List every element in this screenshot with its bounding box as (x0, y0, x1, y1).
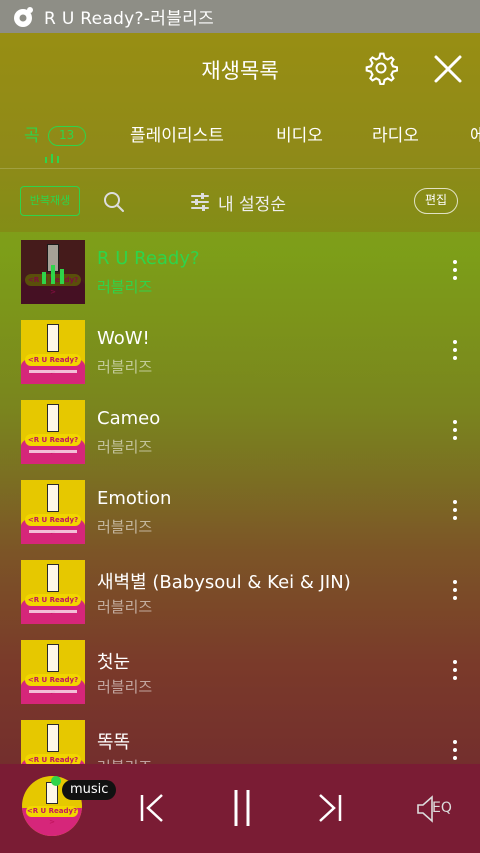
album-art: <R U Ready?> (21, 640, 85, 704)
list-item[interactable]: <R U Ready?> R U Ready? 러블리즈 (0, 232, 480, 312)
more-options-button[interactable] (448, 260, 462, 286)
pause-icon (234, 790, 250, 826)
album-art: <R U Ready?> (21, 320, 85, 384)
list-item[interactable]: <R U Ready?> 새벽별 (Babysoul & Kei & JIN) … (0, 552, 480, 632)
song-title: Emotion (97, 488, 172, 509)
tab-radio[interactable]: 라디오 (372, 121, 419, 146)
song-list: <R U Ready?> R U Ready? 러블리즈 <R U Ready?… (0, 232, 480, 764)
album-art: <R U Ready?> (21, 560, 85, 624)
next-button[interactable] (316, 792, 344, 824)
tab-playlists[interactable]: 플레이리스트 (130, 121, 224, 146)
album-art: <R U Ready?> (21, 720, 85, 764)
album-art: <R U Ready?> (21, 480, 85, 544)
list-toolbar: 반복재생 내 설정순 편집 (0, 170, 480, 232)
eq-label: EQ (432, 800, 452, 816)
repeat-button[interactable]: 반복재생 (20, 186, 80, 216)
app-logo-icon (12, 5, 36, 29)
song-title: Cameo (97, 408, 161, 429)
more-options-button[interactable] (448, 660, 462, 686)
sort-button[interactable]: 내 설정순 (190, 188, 286, 216)
song-title: R U Ready? (97, 248, 200, 269)
skip-next-icon (319, 794, 342, 822)
sort-label: 내 설정순 (218, 194, 286, 215)
mini-player: <R U Ready?> music EQ (0, 764, 480, 853)
tab-bar: 곡 13 플레이리스트 비디오 라디오 에 (0, 103, 480, 169)
album-art: <R U Ready?> (21, 240, 85, 304)
more-options-button[interactable] (448, 740, 462, 764)
album-art: <R U Ready?> (21, 400, 85, 464)
sliders-icon (191, 193, 209, 211)
pause-button[interactable] (230, 788, 254, 828)
tab-more[interactable]: 에 (470, 121, 480, 146)
tab-videos[interactable]: 비디오 (276, 121, 323, 146)
previous-button[interactable] (138, 792, 166, 824)
song-count-badge: 13 (47, 126, 86, 146)
search-icon (104, 192, 124, 212)
repeat-label: 반복재생 (29, 194, 71, 207)
settings-button[interactable] (364, 51, 399, 86)
page-title: 재생목록 (201, 59, 279, 83)
skip-previous-icon (140, 794, 163, 822)
list-item[interactable]: <R U Ready?> WoW! 러블리즈 (0, 312, 480, 392)
more-options-button[interactable] (448, 580, 462, 606)
close-icon (434, 55, 462, 83)
status-bar: R U Ready?-러블리즈 (0, 0, 480, 33)
more-options-button[interactable] (448, 500, 462, 526)
list-item[interactable]: <R U Ready?> 첫눈 러블리즈 (0, 632, 480, 712)
song-artist: 러블리즈 (97, 438, 153, 456)
song-artist: 러블리즈 (97, 678, 153, 696)
close-button[interactable] (430, 51, 466, 87)
gear-icon (365, 52, 399, 86)
status-dot-icon (51, 776, 61, 786)
song-title: 새벽별 (Babysoul & Kei & JIN) (97, 572, 351, 593)
list-item[interactable]: <R U Ready?> Emotion 러블리즈 (0, 472, 480, 552)
search-button[interactable] (102, 190, 126, 214)
song-artist: 러블리즈 (97, 598, 153, 616)
song-artist: 러블리즈 (97, 278, 153, 296)
song-artist: 러블리즈 (97, 358, 153, 376)
tab-songs-label: 곡 (24, 126, 40, 146)
header: 재생목록 (0, 33, 480, 103)
song-title: 첫눈 (97, 652, 131, 673)
now-playing-status-text: R U Ready?-러블리즈 (44, 9, 215, 29)
list-item[interactable]: <R U Ready?> Cameo 러블리즈 (0, 392, 480, 472)
tab-songs[interactable]: 곡 13 (24, 121, 86, 146)
song-artist: 러블리즈 (97, 518, 153, 536)
now-playing-equalizer-icon (42, 265, 64, 284)
equalizer-button[interactable]: EQ (416, 792, 458, 826)
song-title: 똑똑 (97, 732, 131, 753)
music-badge: music (62, 780, 117, 800)
more-options-button[interactable] (448, 340, 462, 366)
song-artist: 러블리즈 (97, 756, 152, 764)
edit-button[interactable]: 편집 (414, 188, 458, 214)
list-item[interactable]: <R U Ready?> 똑똑 러블리즈 (0, 712, 480, 764)
more-options-button[interactable] (448, 420, 462, 446)
equalizer-indicator-icon (45, 154, 59, 163)
song-title: WoW! (97, 328, 150, 349)
